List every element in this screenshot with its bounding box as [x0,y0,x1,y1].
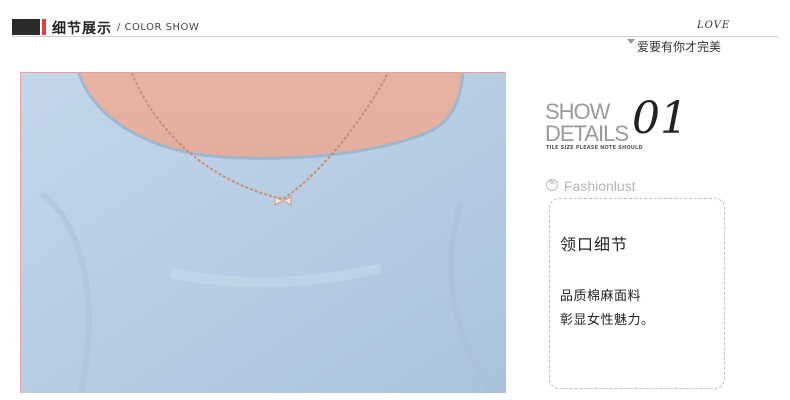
detail-number: 01 [632,93,688,144]
brand-label: Fashionlust [564,178,636,194]
card-title: 领口细节 [560,235,629,254]
section-title: 细节展示 [52,21,112,37]
details-heading: DETAILS [545,121,629,146]
product-photo [20,72,506,393]
love-label: LOVE [697,20,731,31]
neckline-image [21,73,506,393]
slogan-text: 爱要有你才完美 [637,40,722,54]
show-heading: SHOW [545,99,610,124]
triangle-icon [627,39,635,44]
header-accent-bar [42,19,46,35]
header-divider [12,36,778,37]
header: 细节展示 / COLOR SHOW LOVE 爱要有你才完美 [0,0,790,60]
card-description-line1: 品质棉麻面料 [560,289,642,304]
back-arrow-icon: « [546,177,558,191]
size-note: TILE SIZE PLEASE NOTE SHOULD [546,145,643,151]
section-subtitle: / COLOR SHOW [117,22,200,33]
card-description-line2: 彰显女性魅力。 [560,313,655,328]
header-dark-block [12,19,40,35]
detail-card: 领口细节 品质棉麻面料 彰显女性魅力。 [549,198,725,389]
